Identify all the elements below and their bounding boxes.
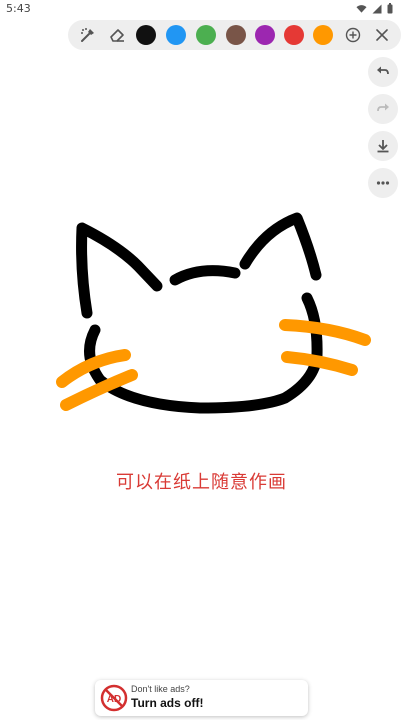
cat-left-ear-stroke [76, 222, 163, 319]
ad-banner[interactable]: AD Don't like ads? Turn ads off! [95, 680, 308, 716]
cat-head-top-stroke [169, 265, 241, 286]
cat-right-ear-stroke [239, 212, 322, 281]
ad-icon-text: AD [107, 694, 121, 705]
no-ads-icon: AD [100, 684, 128, 712]
whisker-right-top-stroke [279, 319, 371, 346]
drawing-canvas[interactable] [0, 0, 403, 720]
ad-cta[interactable]: Turn ads off! [131, 696, 203, 710]
ad-headline: Don't like ads? [131, 684, 190, 694]
canvas-hint-text: 可以在纸上随意作画 [116, 472, 287, 493]
